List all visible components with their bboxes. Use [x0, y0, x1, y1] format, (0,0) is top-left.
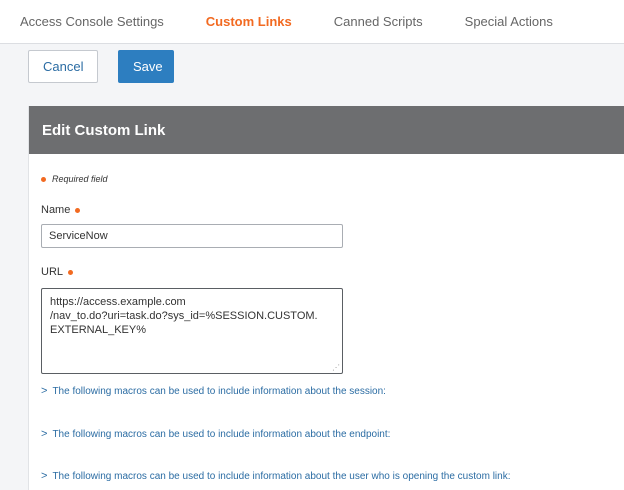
- endpoint-macros-text: The following macros can be used to incl…: [52, 428, 391, 440]
- name-input[interactable]: [41, 224, 343, 248]
- save-button[interactable]: Save: [118, 50, 174, 83]
- tab-custom-links[interactable]: Custom Links: [206, 14, 292, 29]
- action-bar: Cancel Save: [28, 50, 174, 83]
- required-dot-icon: [41, 176, 46, 182]
- user-macros-toggle[interactable]: > The following macros can be used to in…: [41, 470, 510, 482]
- tab-canned-scripts[interactable]: Canned Scripts: [334, 14, 423, 29]
- form-area: Required field Name URL ⋰ > The followin…: [28, 106, 624, 490]
- name-label-text: Name: [41, 204, 71, 216]
- chevron-right-icon: >: [41, 385, 48, 397]
- url-label: URL: [41, 266, 74, 278]
- endpoint-macros-toggle[interactable]: > The following macros can be used to in…: [41, 428, 390, 440]
- required-dot-icon: [68, 269, 74, 275]
- session-macros-toggle[interactable]: > The following macros can be used to in…: [41, 385, 386, 397]
- required-field-note: Required field: [41, 174, 108, 184]
- tab-bar: Access Console Settings Custom Links Can…: [0, 0, 624, 44]
- resize-grip-icon[interactable]: ⋰: [332, 364, 340, 372]
- user-macros-text: The following macros can be used to incl…: [52, 470, 511, 482]
- required-dot-icon: [75, 207, 81, 213]
- name-label: Name: [41, 204, 81, 216]
- chevron-right-icon: >: [41, 470, 48, 482]
- required-note-text: Required field: [52, 174, 108, 184]
- url-label-text: URL: [41, 266, 64, 278]
- cancel-button[interactable]: Cancel: [28, 50, 98, 83]
- url-textarea[interactable]: [41, 288, 343, 374]
- tab-special-actions[interactable]: Special Actions: [465, 14, 553, 29]
- chevron-right-icon: >: [41, 428, 48, 440]
- session-macros-text: The following macros can be used to incl…: [52, 385, 386, 397]
- tab-access-console-settings[interactable]: Access Console Settings: [20, 14, 164, 29]
